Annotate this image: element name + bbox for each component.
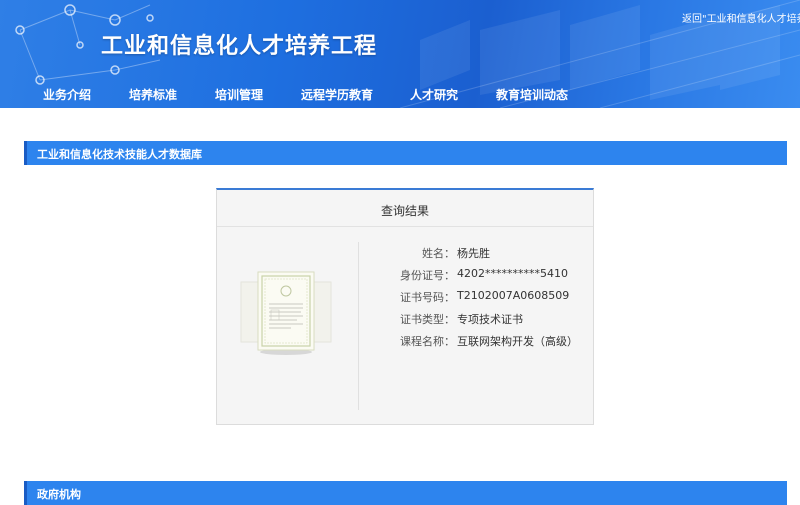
database-section-bar: 工业和信息化技术技能人才数据库 [24,141,787,165]
field-row-name: 姓名： 杨先胜 [367,245,587,261]
nav-item-distance-education[interactable]: 远程学历教育 [301,86,373,103]
field-value: 杨先胜 [457,247,490,260]
header-banner: 工业和信息化人才培养工程 返回"工业和信息化人才培养工程" 业务介绍 培养标准 … [0,0,800,108]
result-card: 查询结果 姓名： 杨先胜 身份证号： 4202**********5410 证书… [216,188,594,425]
field-label: 课程名称： [400,335,455,348]
card-divider [358,242,359,410]
field-row-course-name: 课程名称： 互联网架构开发（高级） [367,333,587,349]
nav-item-talent-research[interactable]: 人才研究 [410,86,458,103]
field-value: 互联网架构开发（高级） [457,335,578,348]
field-row-certificate-type: 证书类型： 专项技术证书 [367,311,587,327]
field-row-id-number: 身份证号： 4202**********5410 [367,267,587,283]
field-label: 证书号码： [400,291,455,304]
field-label: 身份证号： [400,269,455,282]
main-nav: 业务介绍 培养标准 培训管理 远程学历教育 人才研究 教育培训动态 [0,86,800,106]
return-link[interactable]: 返回"工业和信息化人才培养工程" [682,10,800,25]
field-value: T2102007A0608509 [457,289,570,302]
nav-item-business[interactable]: 业务介绍 [43,86,91,103]
result-title: 查询结果 [380,204,429,218]
field-label: 姓名： [422,247,455,260]
database-section-title: 工业和信息化技术技能人才数据库 [37,148,202,161]
gov-section-bar: 政府机构 [24,481,787,505]
field-label: 证书类型： [400,313,455,326]
nav-item-training-news[interactable]: 教育培训动态 [496,86,568,103]
nav-item-standards[interactable]: 培养标准 [129,86,177,103]
field-value: 4202**********5410 [457,267,568,280]
site-title: 工业和信息化人才培养工程 [101,34,378,59]
result-card-header: 查询结果 [217,190,593,227]
field-row-certificate-number: 证书号码： T2102007A0608509 [367,289,587,305]
certificate-image [240,271,332,355]
field-value: 专项技术证书 [457,313,523,326]
nav-item-training[interactable]: 培训管理 [215,86,263,103]
gov-section-title: 政府机构 [37,488,81,501]
